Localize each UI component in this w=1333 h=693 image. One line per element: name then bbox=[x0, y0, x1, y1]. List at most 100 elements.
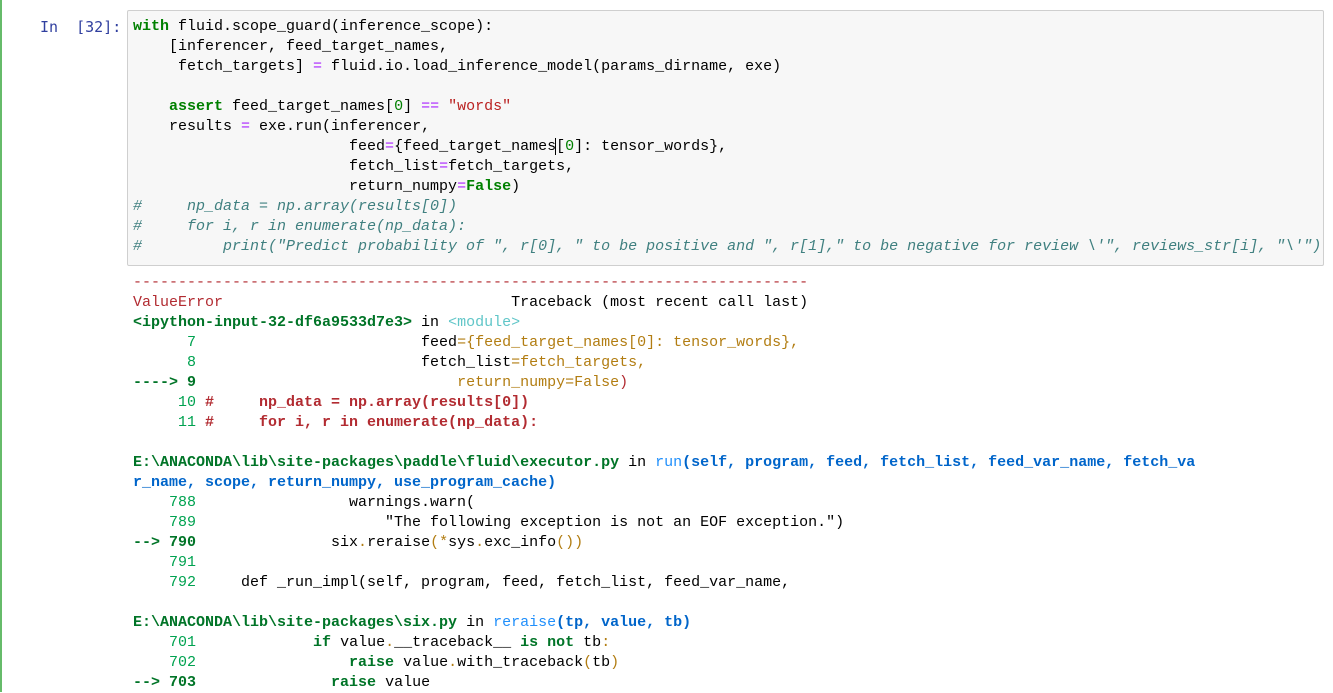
code-token: ] bbox=[403, 98, 422, 115]
code-token: # for i, r in enumerate(np_data): bbox=[196, 414, 539, 431]
code-line: assert feed_target_names[0] == "words" bbox=[133, 97, 1321, 117]
traceback-line: 11 # for i, r in enumerate(np_data): bbox=[133, 413, 1195, 433]
code-token: <module> bbox=[448, 314, 521, 331]
code-token: --> 790 bbox=[133, 534, 197, 551]
code-token: reraise bbox=[493, 614, 557, 631]
notebook-code-cell[interactable]: In [32]: with fluid.scope_guard(inferenc… bbox=[0, 0, 1333, 692]
code-token: = bbox=[457, 178, 467, 195]
traceback-line: 788 warnings.warn( bbox=[133, 493, 1195, 513]
code-token: False bbox=[466, 178, 512, 195]
traceback-output: ----------------------------------------… bbox=[133, 273, 1195, 693]
traceback-line: --> 703 raise value bbox=[133, 673, 1195, 693]
traceback-line bbox=[133, 433, 1195, 453]
traceback-line: --> 790 six.reraise(*sys.exc_info()) bbox=[133, 533, 1195, 553]
code-token: 8 bbox=[133, 354, 197, 371]
code-token: Traceback (most recent call last) bbox=[223, 294, 809, 311]
code-token: run bbox=[655, 454, 683, 471]
code-token: "The following exception is not an EOF e… bbox=[196, 514, 845, 531]
code-token: fetch_targets] bbox=[133, 58, 314, 75]
code-token: 11 bbox=[133, 414, 197, 431]
code-token: reraise bbox=[367, 534, 431, 551]
traceback-line: r_name, scope, return_numpy, use_program… bbox=[133, 473, 1195, 493]
traceback-line: 701 if value.__traceback__ is not tb: bbox=[133, 633, 1195, 653]
traceback-line bbox=[133, 593, 1195, 613]
code-line: results = exe.run(inferencer, bbox=[133, 117, 1321, 137]
code-token: ) bbox=[610, 654, 620, 671]
code-token: __traceback__ bbox=[394, 634, 521, 651]
code-token: 791 bbox=[133, 554, 197, 571]
code-token: return_numpy bbox=[133, 178, 458, 195]
code-token: --> 703 bbox=[133, 674, 197, 691]
code-token: [ bbox=[555, 138, 566, 155]
code-token: =fetch_targets, bbox=[511, 354, 647, 371]
code-token: with_traceback bbox=[457, 654, 584, 671]
code-line: return_numpy=False) bbox=[133, 177, 1321, 197]
input-prompt: In [32]: bbox=[40, 18, 122, 36]
code-token: E:\ANACONDA\lib\site-packages\paddle\flu… bbox=[133, 454, 620, 471]
code-token: . bbox=[448, 654, 458, 671]
traceback-line: <ipython-input-32-df6a9533d7e3> in <modu… bbox=[133, 313, 1195, 333]
code-token: raise bbox=[331, 674, 377, 691]
code-line: with fluid.scope_guard(inference_scope): bbox=[133, 17, 1321, 37]
code-token: : bbox=[601, 634, 611, 651]
traceback-line: 7 feed={feed_target_names[0]: tensor_wor… bbox=[133, 333, 1195, 353]
code-token: 10 bbox=[133, 394, 197, 411]
code-token: # for i, r in enumerate(np_data): bbox=[133, 218, 467, 235]
traceback-line: 702 raise value.with_traceback(tb) bbox=[133, 653, 1195, 673]
code-token: results bbox=[133, 118, 242, 135]
code-token: 701 bbox=[133, 634, 197, 651]
code-token: value bbox=[331, 634, 386, 651]
code-token: return_numpy=False bbox=[457, 374, 620, 391]
code-token: 0 bbox=[394, 98, 404, 115]
code-token: ( bbox=[583, 654, 593, 671]
code-token: 702 bbox=[133, 654, 197, 671]
code-token: if bbox=[313, 634, 332, 651]
code-token: = bbox=[313, 58, 323, 75]
code-token: feed bbox=[133, 138, 386, 155]
code-token: raise bbox=[349, 654, 395, 671]
traceback-line: 791 bbox=[133, 553, 1195, 573]
code-token: 7 bbox=[133, 334, 197, 351]
traceback-line: E:\ANACONDA\lib\site-packages\paddle\flu… bbox=[133, 453, 1195, 473]
code-token: (* bbox=[430, 534, 449, 551]
code-token: # np_data = np.array(results[0]) bbox=[133, 198, 458, 215]
code-token: def _run_impl(self, program, feed, fetch… bbox=[196, 574, 791, 591]
code-token: {feed_target_names bbox=[394, 138, 557, 155]
code-token: 792 bbox=[133, 574, 197, 591]
code-token: = bbox=[241, 118, 251, 135]
code-token: six bbox=[196, 534, 359, 551]
code-token: is bbox=[520, 634, 539, 651]
code-token: [inferencer, feed_target_names, bbox=[133, 38, 449, 55]
traceback-line: 8 fetch_list=fetch_targets, bbox=[133, 353, 1195, 373]
code-line: # np_data = np.array(results[0]) bbox=[133, 197, 1321, 217]
code-token: ) bbox=[511, 178, 521, 195]
code-token: sys bbox=[448, 534, 476, 551]
traceback-line: ValueError Traceback (most recent call l… bbox=[133, 293, 1195, 313]
code-token: . bbox=[475, 534, 485, 551]
code-token: ValueError bbox=[133, 294, 224, 311]
code-token: not bbox=[547, 634, 575, 651]
traceback-line: ----> 9 return_numpy=False) bbox=[133, 373, 1195, 393]
code-token: (tp, value, tb) bbox=[556, 614, 692, 631]
code-editor-text[interactable]: with fluid.scope_guard(inference_scope):… bbox=[133, 17, 1321, 257]
code-token: . bbox=[358, 534, 368, 551]
code-token: feed bbox=[196, 334, 458, 351]
code-line: # print("Predict probability of ", r[0],… bbox=[133, 237, 1321, 257]
code-token: fluid.scope_guard(inference_scope): bbox=[169, 18, 494, 35]
code-token: <ipython-input-32-df6a9533d7e3> bbox=[133, 314, 413, 331]
code-token: ----> 9 bbox=[133, 374, 197, 391]
code-token: ) bbox=[619, 374, 629, 391]
code-line: feed={feed_target_names[0]: tensor_words… bbox=[133, 137, 1321, 157]
traceback-line: 792 def _run_impl(self, program, feed, f… bbox=[133, 573, 1195, 593]
traceback-line: E:\ANACONDA\lib\site-packages\six.py in … bbox=[133, 613, 1195, 633]
code-line: # for i, r in enumerate(np_data): bbox=[133, 217, 1321, 237]
code-token: E:\ANACONDA\lib\site-packages\six.py bbox=[133, 614, 458, 631]
code-token: fetch_list bbox=[196, 354, 512, 371]
